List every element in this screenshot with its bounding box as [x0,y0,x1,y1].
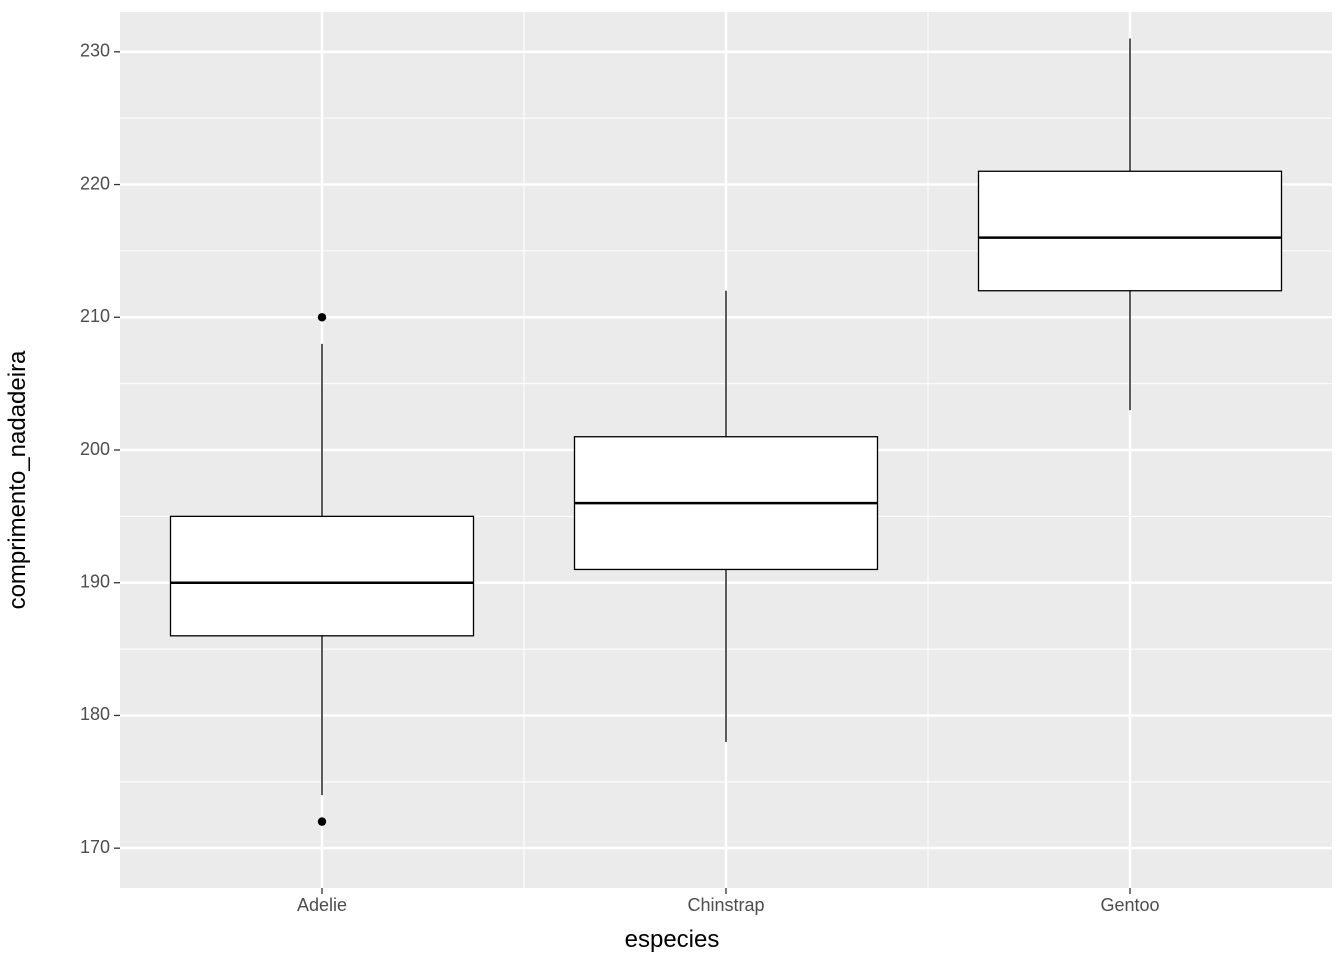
outlier-point [318,313,326,321]
x-tick-label: Gentoo [1100,895,1159,915]
box-adelie [171,516,474,635]
y-axis-label: comprimento_nadadeira [4,351,32,610]
boxplot-chart: comprimento_nadadeira especies 170 180 190… [0,0,1344,960]
y-tick-label: 180 [80,704,110,724]
y-tick-label: 190 [80,571,110,591]
y-tick-label: 210 [80,306,110,326]
y-tick-label: 170 [80,837,110,857]
y-tick-label: 230 [80,41,110,61]
box-gentoo [979,171,1282,290]
x-axis-label: especies [0,926,1344,954]
outlier-point [318,817,326,825]
plot-svg: 170 180 190 200 210 220 230 Adelie Chinstrap Gent… [0,0,1344,960]
x-tick-label: Adelie [297,895,347,915]
y-tick-label: 220 [80,173,110,193]
x-tick-label: Chinstrap [687,895,764,915]
y-tick-label: 200 [80,439,110,459]
